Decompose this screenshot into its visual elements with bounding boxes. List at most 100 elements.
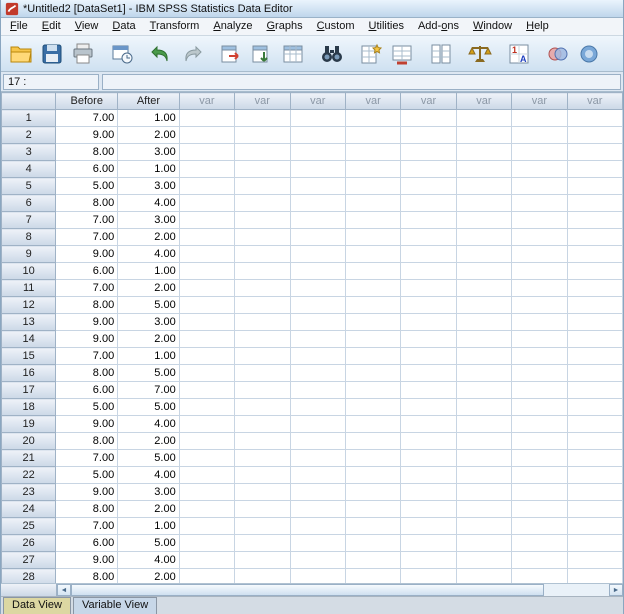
empty-cell[interactable] [344,432,402,450]
empty-cell[interactable] [400,296,457,314]
data-cell[interactable]: 4.00 [117,245,180,263]
data-cell[interactable]: 3.00 [117,313,180,331]
empty-cell[interactable] [400,381,457,399]
row-number[interactable]: 12 [1,296,57,314]
empty-cell[interactable] [511,568,568,583]
empty-cell[interactable] [400,279,457,297]
empty-cell[interactable] [344,228,402,246]
empty-cell[interactable] [344,449,402,467]
empty-cell[interactable] [511,143,568,161]
empty-cell[interactable] [511,160,568,178]
data-cell[interactable]: 5.00 [117,398,180,416]
empty-cell[interactable] [400,449,457,467]
empty-cell[interactable] [178,534,236,552]
empty-cell[interactable] [234,313,291,331]
empty-cell[interactable] [455,568,513,583]
empty-cell[interactable] [455,347,513,365]
menu-edit[interactable]: Edit [35,19,68,34]
empty-cell[interactable] [566,449,623,467]
insert-cases-icon[interactable] [357,40,384,67]
data-cell[interactable]: 2.00 [117,279,180,297]
empty-cell[interactable] [455,449,513,467]
empty-cell[interactable] [566,551,623,569]
save-icon[interactable] [38,40,65,67]
data-cell[interactable]: 8.00 [55,500,119,518]
empty-cell[interactable] [289,330,346,348]
data-cell[interactable]: 7.00 [55,449,119,467]
row-number[interactable]: 17 [1,381,57,399]
empty-cell[interactable] [566,177,623,195]
weight-cases-icon[interactable] [466,40,493,67]
empty-cell[interactable] [455,194,513,212]
empty-cell[interactable] [511,398,568,416]
empty-cell[interactable] [234,534,291,552]
empty-cell[interactable] [178,109,236,127]
print-icon[interactable] [69,40,96,67]
scrollbar-track[interactable] [71,584,609,596]
empty-cell[interactable] [344,517,402,535]
empty-cell[interactable] [178,381,236,399]
empty-cell[interactable] [344,347,402,365]
goto-variable-icon[interactable] [248,40,275,67]
empty-cell[interactable] [455,483,513,501]
row-number[interactable]: 3 [1,143,57,161]
empty-cell[interactable] [400,211,457,229]
empty-cell[interactable] [289,466,346,484]
empty-cell[interactable] [400,347,457,365]
empty-cell[interactable] [566,466,623,484]
empty-cell[interactable] [234,398,291,416]
empty-cell[interactable] [455,330,513,348]
empty-cell[interactable] [511,313,568,331]
empty-cell[interactable] [511,551,568,569]
empty-cell[interactable] [566,313,623,331]
empty-cell[interactable] [455,143,513,161]
data-cell[interactable]: 7.00 [55,517,119,535]
data-cell[interactable]: 3.00 [117,483,180,501]
empty-cell[interactable] [400,415,457,433]
empty-cell[interactable] [400,364,457,382]
empty-cell[interactable] [566,415,623,433]
empty-cell[interactable] [566,347,623,365]
empty-cell[interactable] [511,364,568,382]
menu-addons[interactable]: Add-ons [411,19,466,34]
empty-cell[interactable] [344,466,402,484]
empty-cell[interactable] [400,245,457,263]
empty-cell[interactable] [455,262,513,280]
data-cell[interactable]: 8.00 [55,143,119,161]
empty-cell[interactable] [455,364,513,382]
column-header-var[interactable]: var [511,92,568,110]
empty-cell[interactable] [289,126,346,144]
empty-cell[interactable] [511,296,568,314]
empty-cell[interactable] [289,534,346,552]
empty-cell[interactable] [178,364,236,382]
empty-cell[interactable] [400,126,457,144]
empty-cell[interactable] [400,109,457,127]
empty-cell[interactable] [178,330,236,348]
data-cell[interactable]: 2.00 [117,500,180,518]
column-header-after[interactable]: After [117,92,180,110]
show-all-variables-icon[interactable] [575,40,602,67]
row-number[interactable]: 2 [1,126,57,144]
empty-cell[interactable] [566,228,623,246]
empty-cell[interactable] [289,296,346,314]
data-cell[interactable]: 7.00 [117,381,180,399]
empty-cell[interactable] [455,177,513,195]
empty-cell[interactable] [289,160,346,178]
empty-cell[interactable] [289,398,346,416]
empty-cell[interactable] [511,262,568,280]
data-cell[interactable]: 9.00 [55,313,119,331]
empty-cell[interactable] [511,534,568,552]
empty-cell[interactable] [566,330,623,348]
empty-cell[interactable] [178,211,236,229]
row-number[interactable]: 23 [1,483,57,501]
empty-cell[interactable] [344,500,402,518]
empty-cell[interactable] [344,330,402,348]
data-cell[interactable]: 5.00 [117,296,180,314]
empty-cell[interactable] [344,398,402,416]
tab-variable-view[interactable]: Variable View [72,597,158,614]
data-cell[interactable]: 1.00 [117,160,180,178]
empty-cell[interactable] [234,432,291,450]
empty-cell[interactable] [344,313,402,331]
menu-window[interactable]: Window [466,19,519,34]
empty-cell[interactable] [566,364,623,382]
